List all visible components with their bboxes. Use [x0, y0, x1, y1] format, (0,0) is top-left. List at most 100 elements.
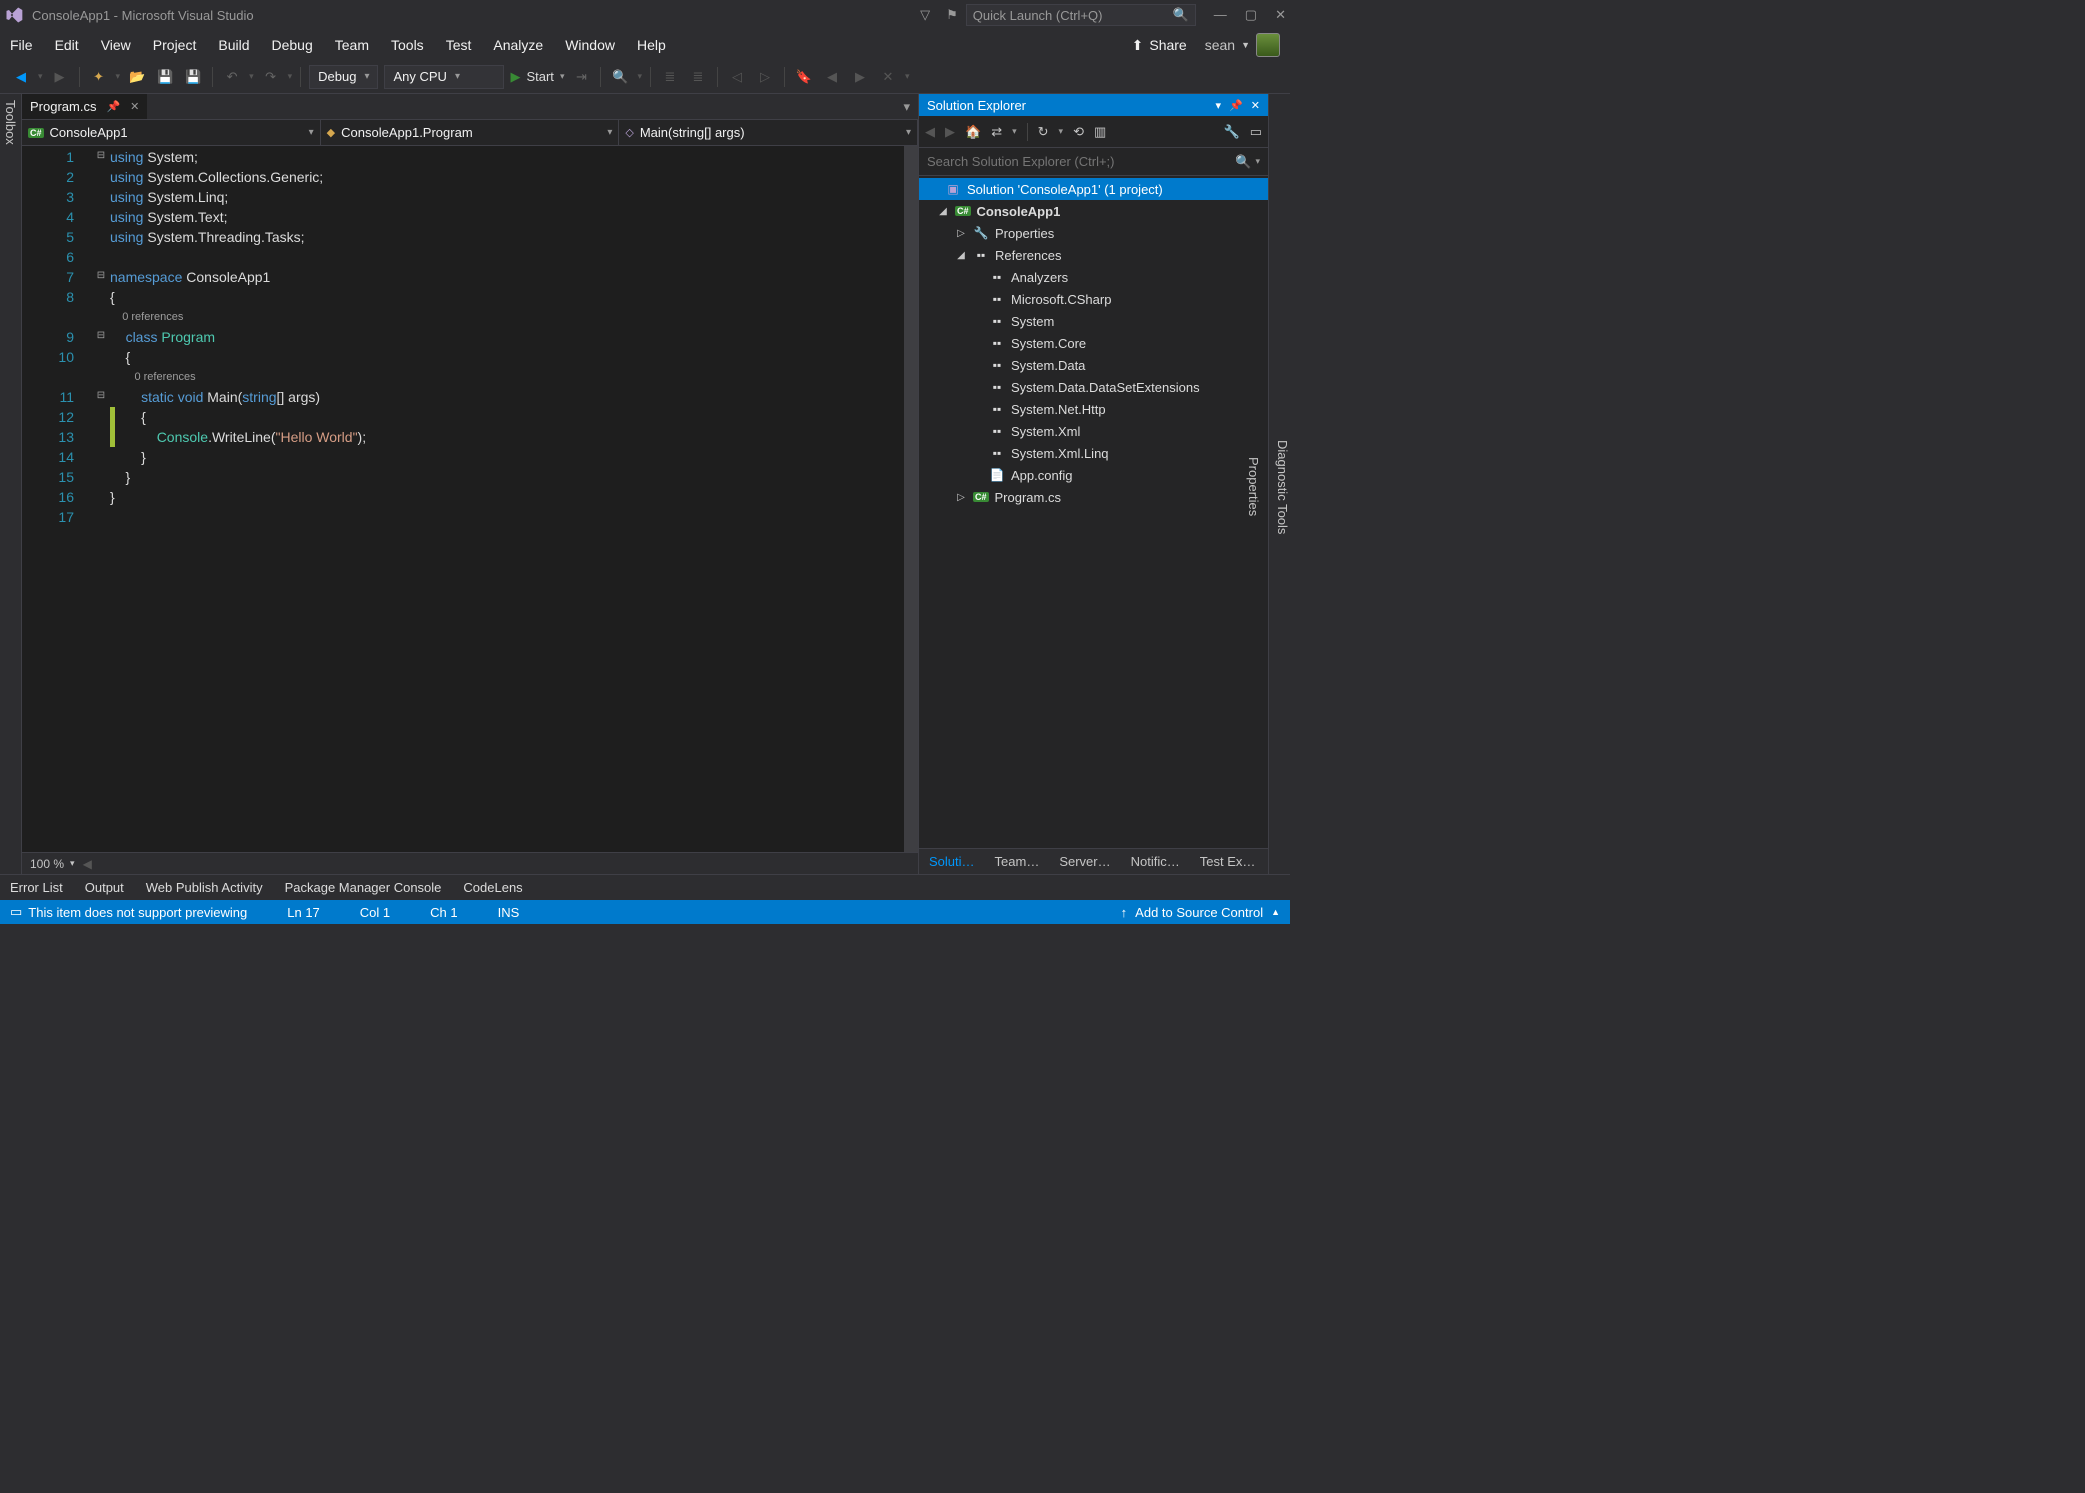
reference-node[interactable]: ▪▪System.Data.DataSetExtensions — [919, 376, 1268, 398]
solution-tree[interactable]: ▣ Solution 'ConsoleApp1' (1 project) ◢ C… — [919, 176, 1268, 848]
next-bookmark-button[interactable]: ▶ — [849, 66, 871, 88]
nav-forward-button[interactable]: ▶ — [49, 66, 71, 88]
tab-team-explorer[interactable]: Team… — [985, 849, 1050, 874]
programcs-node[interactable]: ▷ C# Program.cs — [919, 486, 1268, 508]
maximize-button[interactable]: ▢ — [1245, 7, 1257, 23]
user-menu[interactable]: sean ▼ — [1205, 33, 1280, 57]
collapse-all-button[interactable]: ⟲ — [1073, 124, 1084, 140]
expand-icon[interactable]: ▷ — [955, 228, 967, 239]
reference-node[interactable]: ▪▪System — [919, 310, 1268, 332]
zoom-dropdown[interactable]: ▾ — [70, 858, 75, 869]
show-all-files-button[interactable]: ▥ — [1094, 124, 1106, 140]
vertical-scrollbar[interactable] — [904, 146, 918, 852]
project-node[interactable]: ◢ C# ConsoleApp1 — [919, 200, 1268, 222]
properties-node[interactable]: ▷ 🔧 Properties — [919, 222, 1268, 244]
status-col[interactable]: Col 1 — [360, 905, 390, 920]
menu-test[interactable]: Test — [446, 37, 472, 53]
start-debugging-button[interactable]: ▶ Start ▾ — [510, 69, 564, 85]
window-position-dropdown[interactable]: ▾ — [1216, 99, 1222, 112]
tab-codelens[interactable]: CodeLens — [463, 880, 522, 895]
notifications-icon[interactable]: ⚑ — [946, 7, 958, 23]
tab-package-manager[interactable]: Package Manager Console — [285, 880, 442, 895]
diagnostic-tools-tab[interactable]: Diagnostic Tools — [1275, 440, 1290, 534]
document-tab-program-cs[interactable]: Program.cs 📌 ✕ — [22, 94, 147, 119]
properties-tab[interactable]: Properties — [1246, 457, 1261, 516]
properties-button[interactable]: 🔧 — [1224, 124, 1240, 140]
collapse-icon[interactable]: ◢ — [937, 206, 949, 217]
nav-project-dropdown[interactable]: C# ConsoleApp1 ▾ — [22, 120, 321, 145]
clear-bookmarks-button[interactable]: ✕ — [877, 66, 899, 88]
tab-web-publish[interactable]: Web Publish Activity — [146, 880, 263, 895]
toolbox-tab[interactable]: Toolbox — [0, 94, 22, 874]
solution-node[interactable]: ▣ Solution 'ConsoleApp1' (1 project) — [919, 178, 1268, 200]
pin-panel-button[interactable]: 📌 — [1229, 99, 1243, 112]
status-line[interactable]: Ln 17 — [287, 905, 320, 920]
code-content[interactable]: using System;using System.Collections.Ge… — [110, 146, 918, 852]
minimize-button[interactable]: — — [1214, 7, 1227, 23]
home-button[interactable]: 🏠 — [965, 124, 981, 140]
outdent-button[interactable]: ◁ — [726, 66, 748, 88]
nav-member-dropdown[interactable]: ◇ Main(string[] args) ▾ — [619, 120, 918, 145]
reference-node[interactable]: ▪▪System.Xml — [919, 420, 1268, 442]
menu-tools[interactable]: Tools — [391, 37, 424, 53]
menu-edit[interactable]: Edit — [55, 37, 79, 53]
reference-node[interactable]: ▪▪System.Net.Http — [919, 398, 1268, 420]
solution-explorer-title[interactable]: Solution Explorer ▾ 📌 ✕ — [919, 94, 1268, 116]
back-button[interactable]: ◀ — [925, 124, 935, 140]
tab-error-list[interactable]: Error List — [10, 880, 63, 895]
nav-class-dropdown[interactable]: ◆ ConsoleApp1.Program ▾ — [321, 120, 620, 145]
reference-node[interactable]: ▪▪Analyzers — [919, 266, 1268, 288]
search-input[interactable] — [927, 154, 1235, 169]
quick-launch-input[interactable]: Quick Launch (Ctrl+Q) 🔍 — [966, 4, 1196, 26]
reference-node[interactable]: ▪▪System.Core — [919, 332, 1268, 354]
tab-test-explorer[interactable]: Test Ex… — [1190, 849, 1266, 874]
comment-button[interactable]: ≣ — [659, 66, 681, 88]
menu-file[interactable]: File — [10, 37, 33, 53]
fold-gutter[interactable]: ⊟⊟⊟⊟ — [92, 146, 110, 852]
open-file-button[interactable]: 📂 — [126, 66, 148, 88]
code-editor[interactable]: 1234567891011121314151617 ⊟⊟⊟⊟ using Sys… — [22, 146, 918, 852]
menu-debug[interactable]: Debug — [272, 37, 313, 53]
refresh-button[interactable]: ↻ — [1038, 124, 1049, 140]
status-char[interactable]: Ch 1 — [430, 905, 457, 920]
horizontal-scroll-left[interactable]: ◀ — [83, 857, 92, 871]
tab-output[interactable]: Output — [85, 880, 124, 895]
configuration-dropdown[interactable]: Debug▾ — [309, 65, 378, 89]
save-button[interactable]: 💾 — [154, 66, 176, 88]
close-tab-button[interactable]: ✕ — [130, 100, 139, 113]
menu-team[interactable]: Team — [335, 37, 369, 53]
reference-node[interactable]: ▪▪Microsoft.CSharp — [919, 288, 1268, 310]
uncomment-button[interactable]: ≣ — [687, 66, 709, 88]
prev-bookmark-button[interactable]: ◀ — [821, 66, 843, 88]
close-panel-button[interactable]: ✕ — [1251, 99, 1260, 112]
reference-node[interactable]: ▪▪System.Data — [919, 354, 1268, 376]
filter-icon[interactable]: ▽ — [920, 7, 930, 23]
forward-button[interactable]: ▶ — [945, 124, 955, 140]
undo-button[interactable]: ↶ — [221, 66, 243, 88]
platform-dropdown[interactable]: Any CPU▾ — [384, 65, 504, 89]
menu-build[interactable]: Build — [218, 37, 249, 53]
source-control-button[interactable]: ↑ Add to Source Control ▲ — [1121, 905, 1280, 920]
close-button[interactable]: ✕ — [1275, 7, 1286, 23]
share-button[interactable]: ⬆ Share — [1132, 37, 1187, 54]
menu-project[interactable]: Project — [153, 37, 197, 53]
reference-node[interactable]: ▪▪System.Xml.Linq — [919, 442, 1268, 464]
menu-window[interactable]: Window — [565, 37, 615, 53]
redo-button[interactable]: ↷ — [260, 66, 282, 88]
nav-back-button[interactable]: ◀ — [10, 66, 32, 88]
menu-analyze[interactable]: Analyze — [493, 37, 543, 53]
appconfig-node[interactable]: 📄 App.config — [919, 464, 1268, 486]
status-ins[interactable]: INS — [498, 905, 520, 920]
pin-icon[interactable]: 📌 — [106, 100, 120, 113]
zoom-level[interactable]: 100 % — [30, 857, 64, 871]
tab-server-explorer[interactable]: Server… — [1049, 849, 1120, 874]
tab-solution-explorer[interactable]: Soluti… — [919, 849, 985, 874]
new-project-button[interactable]: ✦ — [88, 66, 110, 88]
find-in-files-button[interactable]: 🔍 — [609, 66, 631, 88]
menu-view[interactable]: View — [101, 37, 131, 53]
menu-help[interactable]: Help — [637, 37, 666, 53]
expand-icon[interactable]: ▷ — [955, 492, 967, 503]
solution-explorer-search[interactable]: 🔍 ▾ — [919, 148, 1268, 176]
tab-notifications[interactable]: Notific… — [1121, 849, 1190, 874]
indent-button[interactable]: ▷ — [754, 66, 776, 88]
